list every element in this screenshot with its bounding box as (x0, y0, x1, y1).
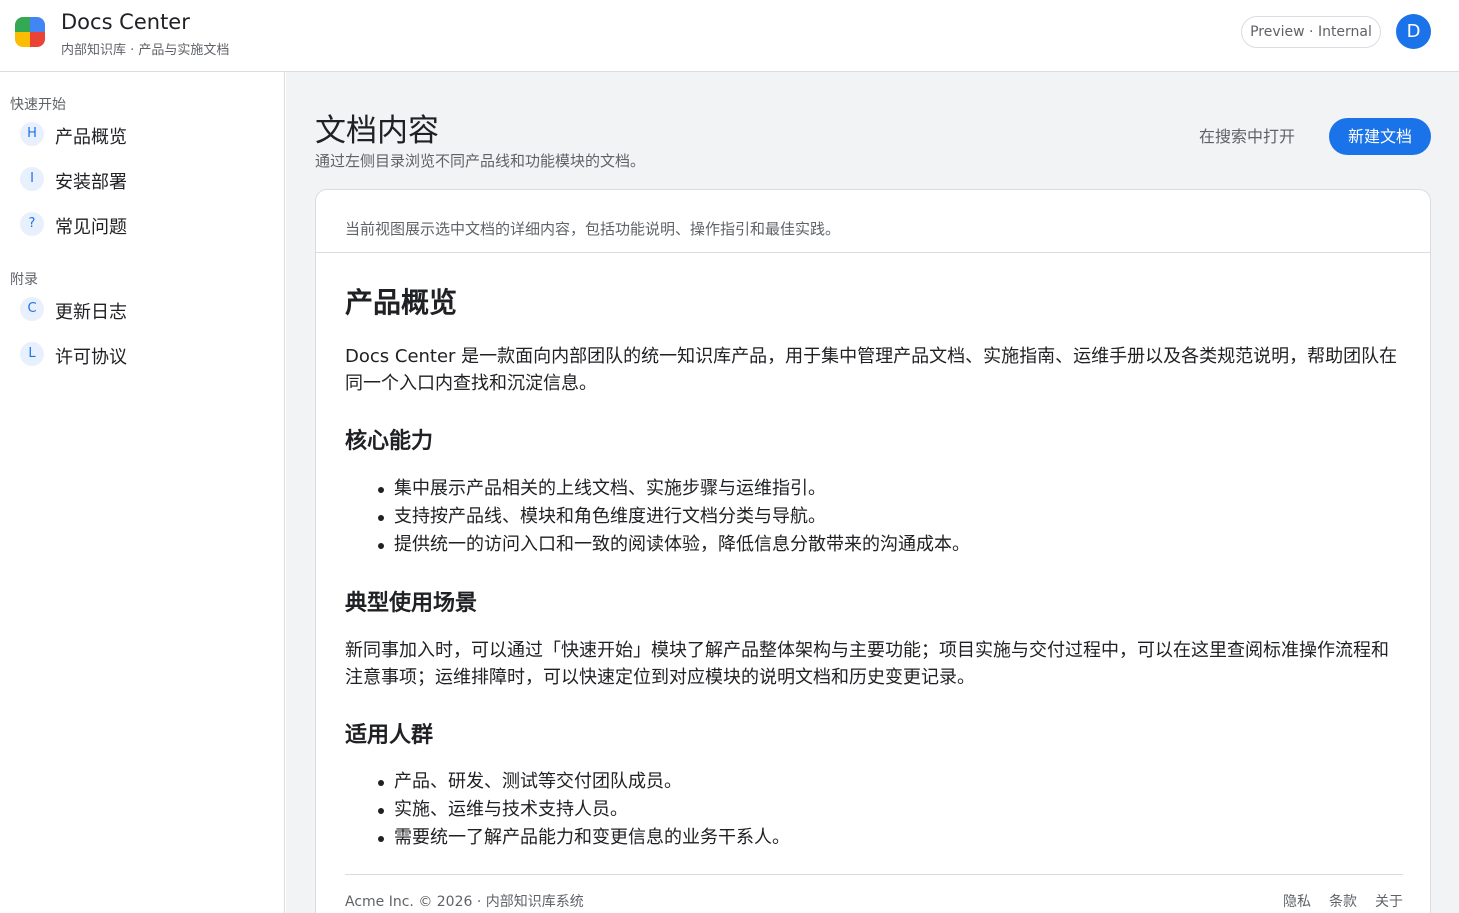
sidebar-section-title: 附录 (10, 272, 38, 288)
list-item: 支持按产品线、模块和角色维度进行文档分类与导航。 (375, 503, 970, 531)
sidebar-item-label: 更新日志 (55, 302, 127, 323)
list-item: 产品、研发、测试等交付团队成员。 (375, 768, 790, 796)
user-avatar[interactable]: D (1396, 14, 1431, 49)
list-item: 需要统一了解产品能力和变更信息的业务干系人。 (375, 824, 790, 852)
section-paragraph: 新同事加入时，可以通过「快速开始」模块了解产品整体架构与主要功能；项目实施与交付… (345, 640, 1389, 688)
sidebar-item-faq[interactable]: ? 常见问题 (14, 206, 274, 244)
list-item: 实施、运维与技术支持人员。 (375, 796, 790, 824)
sidebar-item-license[interactable]: L 许可协议 (14, 336, 274, 374)
document-card: 当前视图展示选中文档的详细内容，包括功能说明、操作指引和最佳实践。 产品概览 D… (315, 189, 1431, 913)
section-heading: 核心能力 (345, 429, 434, 454)
sidebar-item-label: 常见问题 (55, 217, 127, 238)
nav-badge-icon: L (20, 342, 44, 366)
footer-link-terms[interactable]: 条款 (1329, 894, 1357, 910)
app-title[interactable]: Docs Center (61, 10, 190, 34)
section-heading: 适用人群 (345, 723, 434, 748)
top-bar: Docs Center 内部知识库 · 产品与实施文档 Preview · In… (0, 0, 1459, 72)
page-description: 通过左侧目录浏览不同产品线和功能模块的文档。 (315, 152, 646, 170)
card-intro-text: 当前视图展示选中文档的详细内容，包括功能说明、操作指引和最佳实践。 (345, 220, 841, 238)
section-heading: 典型使用场景 (345, 591, 478, 616)
bullet-list: 产品、研发、测试等交付团队成员。 实施、运维与技术支持人员。 需要统一了解产品能… (375, 768, 790, 852)
footer-link-about[interactable]: 关于 (1375, 894, 1403, 910)
main-content: 文档内容 通过左侧目录浏览不同产品线和功能模块的文档。 在搜索中打开 新建文档 … (286, 72, 1459, 913)
nav-badge-icon: H (20, 122, 44, 146)
app-logo-icon[interactable] (15, 17, 45, 47)
card-footer: Acme Inc. © 2026 · 内部知识库系统 隐私 条款 关于 (345, 874, 1403, 913)
open-in-search-button[interactable]: 在搜索中打开 (1191, 119, 1303, 155)
sidebar: 快速开始 H 产品概览 I 安装部署 ? 常见问题 附录 C 更新日志 L 许可… (0, 72, 285, 913)
sidebar-item-product-overview[interactable]: H 产品概览 (14, 116, 274, 154)
nav-badge-icon: I (20, 167, 44, 191)
bullet-list: 集中展示产品相关的上线文档、实施步骤与运维指引。 支持按产品线、模块和角色维度进… (375, 475, 970, 559)
list-item: 集中展示产品相关的上线文档、实施步骤与运维指引。 (375, 475, 970, 503)
environment-chip: Preview · Internal (1241, 16, 1381, 48)
list-item: 提供统一的访问入口和一致的阅读体验，降低信息分散带来的沟通成本。 (375, 531, 970, 559)
page-title: 文档内容 (315, 113, 439, 149)
footer-links: 隐私 条款 关于 (1265, 891, 1403, 911)
sidebar-item-label: 许可协议 (55, 347, 127, 368)
sidebar-section-title: 快速开始 (10, 97, 66, 113)
new-document-button[interactable]: 新建文档 (1329, 118, 1431, 155)
sidebar-item-label: 安装部署 (55, 172, 127, 193)
app-subtitle: 内部知识库 · 产品与实施文档 (61, 43, 230, 58)
card-header: 当前视图展示选中文档的详细内容，包括功能说明、操作指引和最佳实践。 (316, 190, 1430, 253)
document-title: 产品概览 (345, 286, 458, 319)
footer-link-privacy[interactable]: 隐私 (1283, 894, 1311, 910)
nav-badge-icon: C (20, 297, 44, 321)
nav-badge-icon: ? (20, 212, 44, 236)
copyright-text: Acme Inc. © 2026 · 内部知识库系统 (345, 894, 584, 910)
sidebar-item-changelog[interactable]: C 更新日志 (14, 291, 274, 329)
sidebar-item-label: 产品概览 (55, 127, 127, 148)
document-intro-paragraph: Docs Center 是一款面向内部团队的统一知识库产品，用于集中管理产品文档… (345, 346, 1398, 394)
sidebar-item-installation[interactable]: I 安装部署 (14, 161, 274, 199)
